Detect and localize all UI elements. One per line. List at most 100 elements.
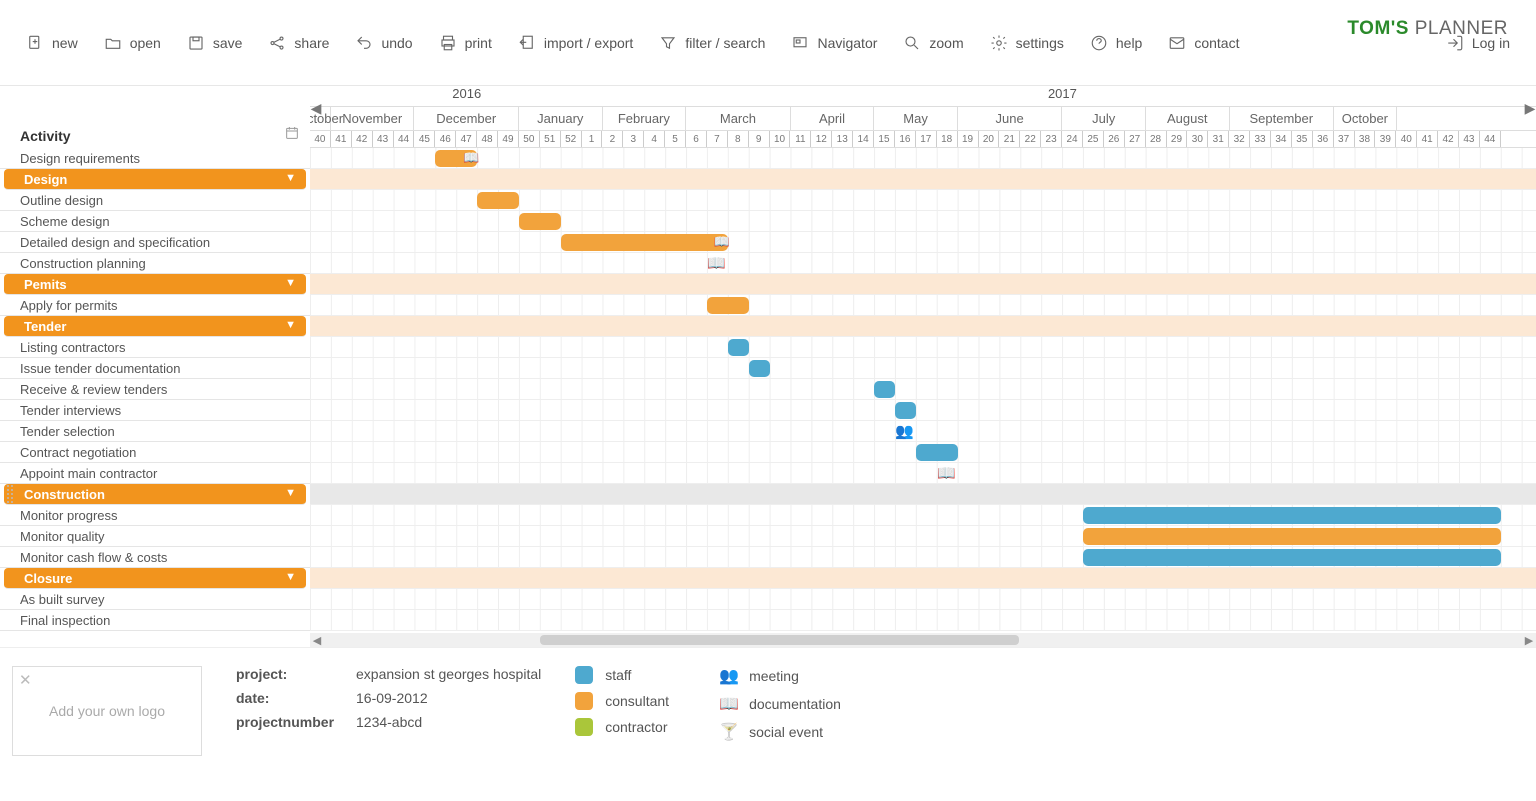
chart-row[interactable]: 📖 xyxy=(310,253,1536,274)
week-label: 42 xyxy=(1438,131,1459,147)
group-row[interactable]: Closure▼ xyxy=(4,568,306,589)
task-row[interactable]: Design requirements xyxy=(0,148,310,169)
chart-row[interactable]: 📖 xyxy=(310,463,1536,484)
group-row[interactable]: Construction▼ xyxy=(4,484,306,505)
chart-row[interactable]: 👥 xyxy=(310,421,1536,442)
logo-placeholder[interactable]: ✕ Add your own logo xyxy=(12,666,202,756)
task-row[interactable]: Monitor quality xyxy=(0,526,310,547)
gantt-bar[interactable] xyxy=(895,402,916,419)
new-button[interactable]: new xyxy=(18,28,86,58)
task-row[interactable]: Monitor cash flow & costs xyxy=(0,547,310,568)
gantt-bar[interactable] xyxy=(1083,528,1501,545)
save-button[interactable]: save xyxy=(179,28,251,58)
task-row[interactable]: Final inspection xyxy=(0,610,310,631)
chart-row[interactable] xyxy=(310,295,1536,316)
chart-row[interactable] xyxy=(310,316,1536,337)
task-row[interactable]: Appoint main contractor xyxy=(0,463,310,484)
help-button[interactable]: help xyxy=(1082,28,1150,58)
marker-icon[interactable]: 📖 xyxy=(707,254,726,272)
task-row[interactable]: Outline design xyxy=(0,190,310,211)
task-row[interactable]: Monitor progress xyxy=(0,505,310,526)
task-row[interactable]: Scheme design xyxy=(0,211,310,232)
task-row[interactable]: Issue tender documentation xyxy=(0,358,310,379)
chart-row[interactable] xyxy=(310,400,1536,421)
task-row[interactable]: Contract negotiation xyxy=(0,442,310,463)
task-row[interactable]: Listing contractors xyxy=(0,337,310,358)
share-button[interactable]: share xyxy=(260,28,337,58)
week-label: 12 xyxy=(811,131,832,147)
calendar-icon[interactable] xyxy=(284,125,300,144)
week-label: 47 xyxy=(456,131,477,147)
gantt-bar[interactable] xyxy=(874,381,895,398)
chart-row[interactable] xyxy=(310,484,1536,505)
gantt-bar[interactable] xyxy=(728,339,749,356)
import-export-button[interactable]: import / export xyxy=(510,28,641,58)
bar-icon: 📖 xyxy=(714,234,730,250)
task-row[interactable]: Tender interviews xyxy=(0,400,310,421)
print-button[interactable]: print xyxy=(431,28,500,58)
marker-icon[interactable]: 👥 xyxy=(895,422,914,440)
chart-row[interactable] xyxy=(310,610,1536,631)
task-row[interactable]: As built survey xyxy=(0,589,310,610)
zoom-button[interactable]: zoom xyxy=(895,28,971,58)
group-row[interactable]: Tender▼ xyxy=(4,316,306,337)
week-label: 3 xyxy=(623,131,644,147)
week-label: 31 xyxy=(1208,131,1229,147)
chart-row[interactable] xyxy=(310,337,1536,358)
week-label: 11 xyxy=(790,131,811,147)
chart-row[interactable]: 📖 xyxy=(310,148,1536,169)
gantt-bar[interactable] xyxy=(1083,507,1501,524)
activity-column-header: Activity xyxy=(0,86,310,148)
documentation-icon: 📖 xyxy=(719,694,737,714)
chart-row[interactable] xyxy=(310,505,1536,526)
task-row[interactable]: Construction planning xyxy=(0,253,310,274)
chart-row[interactable] xyxy=(310,358,1536,379)
task-row[interactable]: Receive & review tenders xyxy=(0,379,310,400)
timeline-next-button[interactable]: ▶ xyxy=(1524,86,1536,130)
contact-button[interactable]: contact xyxy=(1160,28,1247,58)
gantt-bar[interactable]: 📖 xyxy=(561,234,728,251)
task-row[interactable]: Tender selection xyxy=(0,421,310,442)
chart-row[interactable] xyxy=(310,526,1536,547)
undo-button[interactable]: undo xyxy=(347,28,420,58)
gantt-bar[interactable] xyxy=(916,444,958,461)
gantt-bar[interactable] xyxy=(519,213,561,230)
filter-search-button[interactable]: filter / search xyxy=(651,28,773,58)
settings-button[interactable]: settings xyxy=(982,28,1072,58)
group-row[interactable]: Pemits▼ xyxy=(4,274,306,295)
chart-row[interactable]: 📖 xyxy=(310,232,1536,253)
chart-row[interactable] xyxy=(310,547,1536,568)
timeline-prev-button[interactable]: ◀ xyxy=(310,86,322,130)
gantt-bar[interactable] xyxy=(707,297,749,314)
chart-row[interactable] xyxy=(310,169,1536,190)
chart-row[interactable] xyxy=(310,568,1536,589)
gantt-bar[interactable] xyxy=(1083,549,1501,566)
chevron-down-icon[interactable]: ▼ xyxy=(285,319,296,331)
group-row[interactable]: Design▼ xyxy=(4,169,306,190)
chevron-down-icon[interactable]: ▼ xyxy=(285,277,296,289)
week-label: 21 xyxy=(999,131,1020,147)
chart-row[interactable] xyxy=(310,190,1536,211)
close-icon[interactable]: ✕ xyxy=(19,671,32,689)
chevron-down-icon[interactable]: ▼ xyxy=(285,571,296,583)
chevron-down-icon[interactable]: ▼ xyxy=(285,172,296,184)
open-button[interactable]: open xyxy=(96,28,169,58)
chart-row[interactable] xyxy=(310,274,1536,295)
chart-row[interactable] xyxy=(310,589,1536,610)
week-label: 28 xyxy=(1146,131,1167,147)
gantt-bar[interactable] xyxy=(749,360,770,377)
month-label: June xyxy=(958,107,1063,130)
gantt-bar[interactable]: 📖 xyxy=(435,150,477,167)
chevron-down-icon[interactable]: ▼ xyxy=(285,487,296,499)
navigator-button[interactable]: Navigator xyxy=(783,28,885,58)
marker-icon[interactable]: 📖 xyxy=(937,464,956,482)
chart-row[interactable] xyxy=(310,442,1536,463)
chart-row[interactable] xyxy=(310,379,1536,400)
task-row[interactable]: Apply for permits xyxy=(0,295,310,316)
chart-row[interactable] xyxy=(310,211,1536,232)
week-label: 40 xyxy=(310,131,331,147)
gantt-bar[interactable] xyxy=(477,192,519,209)
month-label: February xyxy=(603,107,687,130)
task-row[interactable]: Detailed design and specification xyxy=(0,232,310,253)
horizontal-scrollbar[interactable]: ◀▶ xyxy=(310,633,1536,647)
